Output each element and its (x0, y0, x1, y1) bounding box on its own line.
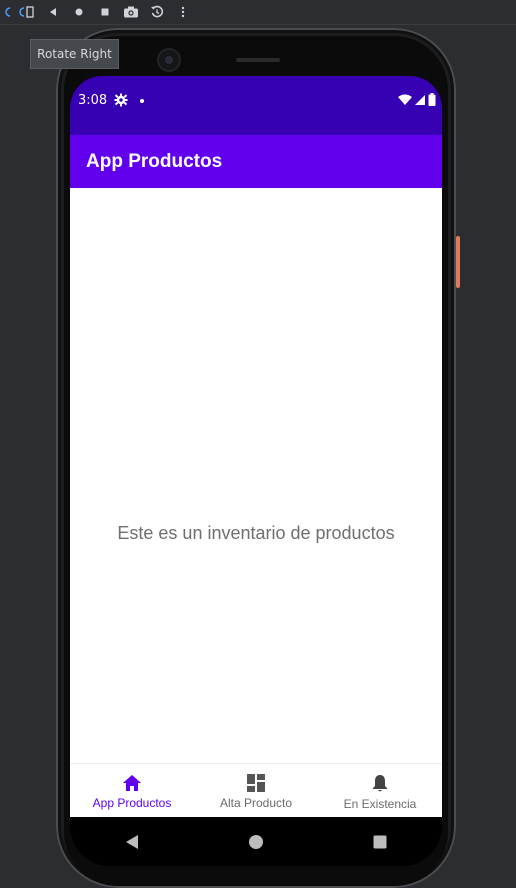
system-home-button[interactable] (226, 822, 286, 862)
system-back-button[interactable] (102, 822, 162, 862)
notification-dot-icon (140, 99, 144, 103)
app-title: App Productos (86, 150, 223, 172)
home-icon[interactable] (66, 0, 92, 24)
overview-icon[interactable] (92, 0, 118, 24)
nav-label: Alta Producto (219, 796, 293, 810)
dashboard-icon (247, 774, 265, 792)
system-navigation-bar (70, 817, 442, 866)
nav-label: App Productos (92, 796, 172, 810)
bell-icon (373, 775, 387, 792)
replay-icon[interactable] (144, 0, 170, 24)
main-content: Este es un inventario de productos (70, 188, 442, 763)
inventory-message: Este es un inventario de productos (117, 523, 395, 543)
rotate-right-icon[interactable] (14, 0, 40, 24)
wifi-icon (398, 94, 412, 105)
system-recents-button[interactable] (350, 822, 410, 862)
tooltip: Rotate Right (30, 39, 119, 69)
phone-screen: 3:08 App Productos Este es un inventario… (70, 76, 442, 866)
nav-item-app-productos[interactable]: App Productos (70, 764, 194, 818)
emulator-toolbar (0, 0, 516, 25)
status-bar: 3:08 (70, 76, 442, 135)
nav-label: En Existencia (343, 797, 417, 811)
nav-item-en-existencia[interactable]: En Existencia (318, 764, 442, 818)
nav-item-alta-producto[interactable]: Alta Producto (194, 764, 318, 818)
earpiece-speaker (236, 58, 280, 62)
power-button[interactable] (456, 236, 460, 288)
settings-gear-icon (114, 93, 128, 107)
status-time: 3:08 (78, 93, 108, 108)
app-bar: App Productos (70, 135, 442, 188)
recents-square-icon (373, 835, 387, 848)
home-icon (123, 775, 141, 791)
back-icon[interactable] (40, 0, 66, 24)
back-triangle-icon (126, 834, 138, 849)
front-camera-icon (157, 48, 181, 72)
bottom-navigation: App Productos Alta Producto En Existenci… (70, 763, 442, 818)
status-icons (398, 93, 436, 106)
battery-icon (428, 93, 436, 106)
signal-icon (415, 94, 425, 105)
more-icon[interactable] (170, 0, 196, 24)
home-circle-icon (249, 834, 263, 849)
camera-icon[interactable] (118, 0, 144, 24)
rotate-left-icon[interactable] (0, 0, 14, 24)
